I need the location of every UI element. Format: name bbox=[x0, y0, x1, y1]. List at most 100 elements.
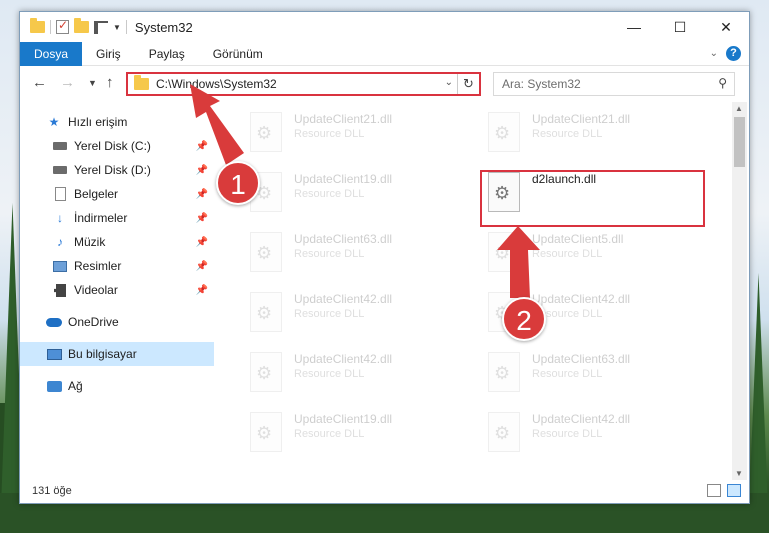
new-folder-icon[interactable] bbox=[74, 18, 89, 33]
nav-item-this-pc[interactable]: Bu bilgisayar bbox=[20, 342, 214, 366]
customize-toolbar-icon[interactable]: ▼ bbox=[113, 23, 121, 32]
search-input[interactable]: Ara: System32 ⚲ bbox=[493, 72, 735, 96]
close-button[interactable]: ✕ bbox=[703, 12, 749, 42]
file-item[interactable]: ⚙ UpdateClient63.dll Resource DLL bbox=[250, 232, 460, 284]
refresh-icon[interactable]: ↻ bbox=[457, 74, 479, 94]
nav-item-pictures[interactable]: Resimler 📌 bbox=[20, 254, 214, 278]
tab-dosya[interactable]: Dosya bbox=[20, 41, 83, 66]
pin-icon[interactable]: 📌 bbox=[196, 213, 208, 224]
scroll-down-icon[interactable]: ▼ bbox=[735, 469, 743, 478]
properties-check-icon[interactable] bbox=[56, 18, 69, 34]
pictures-icon bbox=[52, 259, 68, 273]
folder-icon bbox=[30, 18, 45, 33]
quick-access-toolbar: ▼ bbox=[30, 18, 127, 34]
file-type: Resource DLL bbox=[532, 368, 603, 380]
scrollbar-thumb[interactable] bbox=[734, 117, 745, 167]
pc-icon bbox=[46, 347, 62, 361]
nav-item-local-disk-d[interactable]: Yerel Disk (D:) 📌 bbox=[20, 158, 214, 182]
nav-item-downloads[interactable]: ↓ İndirmeler 📌 bbox=[20, 206, 214, 230]
file-item[interactable]: ⚙ UpdateClient21.dll Resource DLL bbox=[488, 112, 698, 164]
video-icon bbox=[52, 283, 68, 297]
tab-gorunum[interactable]: Görünüm bbox=[199, 42, 277, 66]
scroll-up-icon[interactable]: ▲ bbox=[735, 104, 743, 113]
vertical-scrollbar[interactable]: ▲ ▼ bbox=[732, 102, 747, 480]
file-item[interactable]: ⚙ UpdateClient19.dll Resource DLL bbox=[250, 172, 460, 224]
file-item[interactable]: ⚙ UpdateClient63.dll Resource DLL bbox=[488, 352, 698, 404]
pin-icon[interactable]: 📌 bbox=[196, 189, 208, 200]
forward-arrow-icon[interactable]: → bbox=[60, 74, 75, 91]
file-name: UpdateClient5.dll bbox=[532, 232, 624, 246]
dll-file-icon: ⚙ bbox=[488, 232, 520, 272]
nav-item-label: Belgeler bbox=[74, 187, 119, 201]
nav-item-label: Resimler bbox=[74, 259, 122, 273]
nav-item-documents[interactable]: Belgeler 📌 bbox=[20, 182, 214, 206]
file-type: Resource DLL bbox=[294, 248, 365, 260]
file-type: Resource DLL bbox=[532, 428, 603, 440]
pin-icon[interactable]: 📌 bbox=[196, 141, 208, 152]
nav-item-local-disk-c[interactable]: Yerel Disk (C:) 📌 bbox=[20, 134, 214, 158]
address-bar[interactable]: C:\Windows\System32 ⌄ ↻ bbox=[126, 72, 481, 96]
file-type: Resource DLL bbox=[294, 368, 365, 380]
divider bbox=[50, 20, 51, 34]
nav-item-quick-access[interactable]: ★ Hızlı erişim bbox=[20, 110, 214, 134]
tab-paylas[interactable]: Paylaş bbox=[135, 42, 199, 66]
pin-icon[interactable]: 📌 bbox=[196, 285, 208, 296]
nav-item-label: Yerel Disk (D:) bbox=[74, 163, 151, 177]
pin-icon[interactable]: 📌 bbox=[196, 237, 208, 248]
file-item[interactable]: ⚙ UpdateClient21.dll Resource DLL bbox=[250, 112, 460, 164]
nav-item-music[interactable]: ♪ Müzik 📌 bbox=[20, 230, 214, 254]
file-type: Resource DLL bbox=[294, 428, 365, 440]
search-icon[interactable]: ⚲ bbox=[718, 76, 727, 90]
address-dropdown-icon[interactable]: ⌄ bbox=[445, 77, 453, 88]
file-name: UpdateClient21.dll bbox=[532, 112, 631, 126]
tab-giris[interactable]: Giriş bbox=[82, 42, 135, 66]
nav-item-label: Hızlı erişim bbox=[68, 115, 128, 129]
navigation-row: ← → ▼ ↑ C:\Windows\System32 ⌄ ↻ Ara: Sys… bbox=[20, 70, 749, 98]
drive-icon bbox=[52, 163, 68, 177]
help-icon[interactable]: ? bbox=[726, 46, 741, 61]
file-type: Resource DLL bbox=[294, 128, 365, 140]
file-item[interactable]: ⚙ UpdateClient42.dll Resource DLL bbox=[250, 292, 460, 344]
up-arrow-icon[interactable]: ↑ bbox=[106, 74, 114, 91]
nav-item-videos[interactable]: Videolar 📌 bbox=[20, 278, 214, 302]
item-count: 131 öğe bbox=[32, 485, 72, 497]
file-item[interactable]: ⚙ UpdateClient5.dll Resource DLL bbox=[488, 232, 698, 284]
dll-file-icon: ⚙ bbox=[250, 112, 282, 152]
file-item[interactable]: ⚙ UpdateClient42.dll Resource DLL bbox=[488, 412, 698, 464]
dll-file-icon: ⚙ bbox=[250, 292, 282, 332]
search-placeholder: Ara: System32 bbox=[502, 77, 581, 91]
file-name: UpdateClient19.dll bbox=[294, 172, 393, 186]
step-2-badge: 2 bbox=[502, 297, 546, 341]
dll-file-icon: ⚙ bbox=[488, 352, 520, 392]
address-path[interactable]: C:\Windows\System32 bbox=[156, 77, 277, 91]
view-options-icon[interactable] bbox=[94, 20, 108, 34]
file-name: UpdateClient42.dll bbox=[532, 292, 631, 306]
nav-item-onedrive[interactable]: OneDrive bbox=[20, 310, 214, 334]
pin-icon[interactable]: 📌 bbox=[196, 261, 208, 272]
folder-icon bbox=[134, 75, 149, 90]
file-item[interactable]: ⚙ UpdateClient19.dll Resource DLL bbox=[250, 412, 460, 464]
large-icons-view-icon[interactable] bbox=[727, 484, 741, 497]
back-arrow-icon[interactable]: ← bbox=[32, 74, 47, 91]
pin-icon[interactable]: 📌 bbox=[196, 165, 208, 176]
nav-item-network[interactable]: Ağ bbox=[20, 374, 214, 398]
nav-item-label: Videolar bbox=[74, 283, 118, 297]
dll-file-icon: ⚙ bbox=[488, 112, 520, 152]
file-item[interactable]: ⚙ UpdateClient42.dll Resource DLL bbox=[250, 352, 460, 404]
maximize-button[interactable]: ☐ bbox=[657, 12, 703, 42]
file-type: Resource DLL bbox=[294, 308, 365, 320]
dll-file-icon: ⚙ bbox=[250, 352, 282, 392]
details-view-icon[interactable] bbox=[707, 484, 721, 497]
dll-file-icon: ⚙ bbox=[250, 412, 282, 452]
nav-item-label: Ağ bbox=[68, 379, 83, 393]
nav-item-label: Yerel Disk (C:) bbox=[74, 139, 151, 153]
dll-file-icon: ⚙ bbox=[250, 232, 282, 272]
drive-icon bbox=[52, 139, 68, 153]
expand-ribbon-icon[interactable]: ⌄ bbox=[710, 48, 718, 59]
nav-item-label: Müzik bbox=[74, 235, 106, 249]
file-name: UpdateClient63.dll bbox=[294, 232, 393, 246]
recent-locations-icon[interactable]: ▼ bbox=[88, 78, 97, 88]
minimize-button[interactable]: — bbox=[611, 12, 657, 42]
divider bbox=[125, 20, 127, 34]
file-list: ⚙ UpdateClient21.dll Resource DLL ⚙ Updat… bbox=[230, 104, 730, 476]
